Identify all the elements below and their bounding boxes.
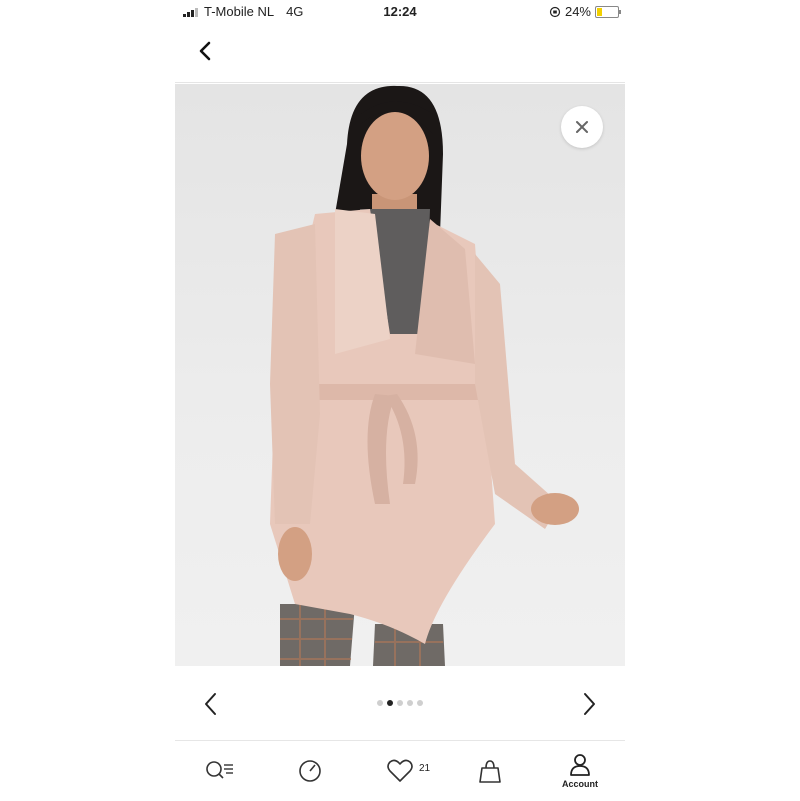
close-icon — [576, 121, 588, 133]
battery-icon — [595, 5, 621, 18]
close-button[interactable] — [561, 106, 603, 148]
tab-search[interactable] — [175, 741, 265, 801]
back-button[interactable] — [191, 36, 221, 66]
wishlist-count: 21 — [419, 763, 431, 774]
orientation-lock-icon — [549, 6, 561, 17]
tab-bar: 21 Account — [175, 740, 625, 801]
chevron-right-icon — [584, 693, 595, 715]
heart-icon — [387, 759, 413, 782]
search-list-icon — [206, 761, 233, 779]
battery-level-fill — [597, 7, 602, 16]
phone-screen: T-Mobile NL 4G 12:24 24% 21 Account — [175, 0, 625, 800]
tab-account-label: Account — [562, 779, 598, 789]
tab-discover[interactable] — [265, 741, 355, 801]
status-right: 24% — [549, 4, 621, 19]
battery-percentage: 24% — [564, 4, 591, 19]
account-icon — [570, 754, 590, 776]
circle-icon — [299, 760, 321, 782]
carousel-controls — [175, 666, 625, 740]
nav-bar — [175, 24, 625, 83]
next-image-button[interactable] — [577, 690, 601, 718]
tab-wishlist[interactable]: 21 — [355, 741, 445, 801]
pagination-dots — [175, 700, 625, 706]
status-bar: T-Mobile NL 4G 12:24 24% — [175, 0, 625, 24]
product-photo — [270, 85, 579, 666]
pagination-dot[interactable] — [397, 700, 403, 706]
pagination-dot[interactable] — [407, 700, 413, 706]
tab-bag[interactable] — [445, 741, 535, 801]
product-image[interactable] — [175, 84, 625, 666]
bag-icon — [479, 760, 501, 783]
pagination-dot[interactable] — [377, 700, 383, 706]
tab-account[interactable]: Account — [535, 741, 625, 801]
chevron-left-icon — [199, 41, 211, 61]
pagination-dot[interactable] — [417, 700, 423, 706]
pagination-dot[interactable] — [387, 700, 393, 706]
